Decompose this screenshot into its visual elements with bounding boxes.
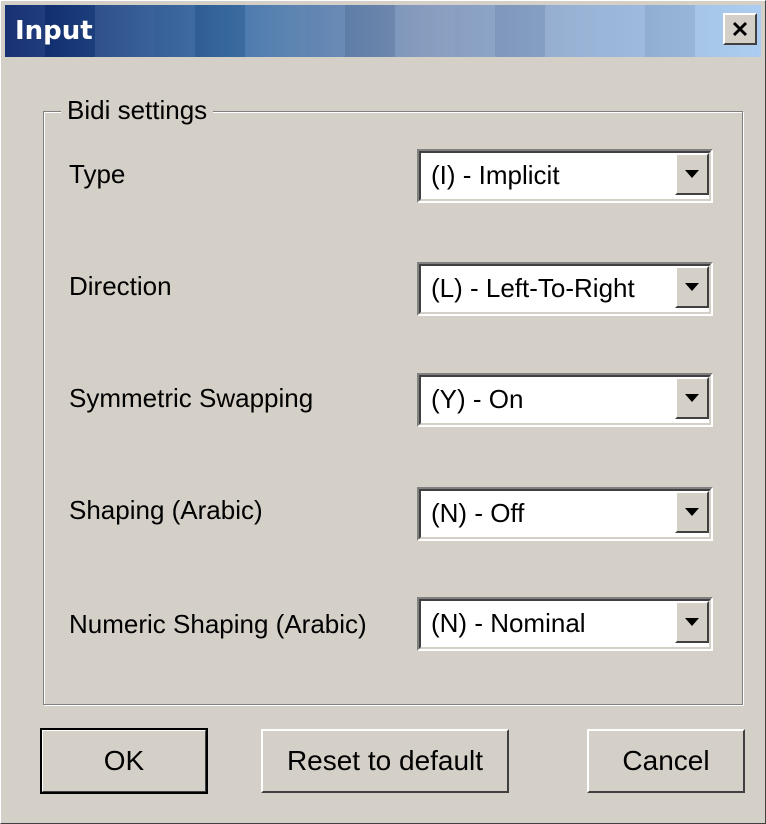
window-title: Input xyxy=(15,16,93,46)
symmetric-swapping-label: Symmetric Swapping xyxy=(69,383,314,413)
reset-to-default-button[interactable]: Reset to default xyxy=(261,729,509,793)
direction-dropdown-button[interactable] xyxy=(675,266,709,308)
symmetric-swapping-select-value: (Y) - On xyxy=(431,384,524,414)
close-button[interactable] xyxy=(723,13,757,45)
chevron-down-icon xyxy=(685,618,699,626)
ok-button[interactable]: OK xyxy=(40,728,208,794)
input-dialog: Input Bidi settings Type (I) - Implicit … xyxy=(0,0,766,824)
direction-select[interactable]: (L) - Left-To-Right xyxy=(417,262,713,316)
type-select-value: (I) - Implicit xyxy=(431,160,560,190)
symmetric-swapping-select[interactable]: (Y) - On xyxy=(417,373,713,427)
direction-select-value: (L) - Left-To-Right xyxy=(431,273,635,303)
direction-label: Direction xyxy=(69,271,172,301)
numeric-shaping-select[interactable]: (N) - Nominal xyxy=(417,597,713,651)
shaping-dropdown-button[interactable] xyxy=(675,491,709,533)
cancel-button[interactable]: Cancel xyxy=(587,729,745,793)
chevron-down-icon xyxy=(685,283,699,291)
type-select[interactable]: (I) - Implicit xyxy=(417,149,713,203)
type-dropdown-button[interactable] xyxy=(675,153,709,195)
close-icon xyxy=(732,21,748,37)
title-bar[interactable]: Input xyxy=(5,5,761,57)
shaping-select-value: (N) - Off xyxy=(431,498,525,528)
group-legend: Bidi settings xyxy=(61,95,214,125)
numeric-shaping-select-value: (N) - Nominal xyxy=(431,608,586,638)
chevron-down-icon xyxy=(685,508,699,516)
chevron-down-icon xyxy=(685,394,699,402)
title-bar-texture xyxy=(5,5,761,57)
numeric-shaping-dropdown-button[interactable] xyxy=(675,601,709,643)
type-label: Type xyxy=(69,159,126,189)
shaping-select[interactable]: (N) - Off xyxy=(417,487,713,541)
shaping-label: Shaping (Arabic) xyxy=(69,495,263,525)
symmetric-swapping-dropdown-button[interactable] xyxy=(675,377,709,419)
numeric-shaping-label: Numeric Shaping (Arabic) xyxy=(69,609,367,639)
chevron-down-icon xyxy=(685,170,699,178)
